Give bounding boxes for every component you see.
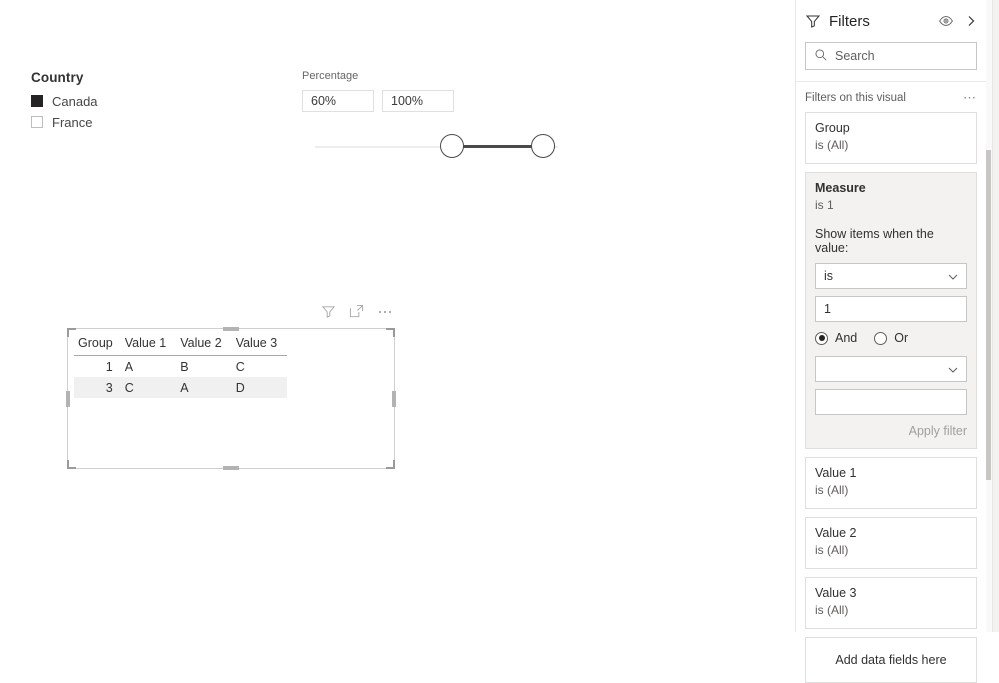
resize-handle-top[interactable] [223,327,239,331]
percentage-slicer-title: Percentage [302,70,359,82]
search-field[interactable] [835,49,968,63]
condition-value-input-2[interactable] [815,389,967,415]
resize-handle-bottom-left[interactable] [67,460,76,469]
search-input[interactable] [805,42,977,70]
cell-value-1: A [124,359,134,374]
chevron-down-icon [947,271,959,283]
visualizations-pane-edge [992,0,999,632]
logic-operator-group: And Or [815,331,967,345]
section-more-options-icon[interactable]: ⋯ [963,90,977,106]
table-row[interactable]: 1 A B C [74,356,287,378]
filter-card-title: Value 2 [815,526,857,540]
filter-card-value-3[interactable]: Value 3 is (All) [805,577,977,629]
filter-condition-prompt: Show items when the value: [815,227,934,255]
filters-pane-scrollbar[interactable] [986,150,991,480]
search-icon [814,48,828,65]
focus-mode-icon[interactable] [349,304,364,319]
column-header-value-1[interactable]: Value 1 [120,336,177,356]
filter-card-summary: is (All) [815,543,849,557]
eye-icon[interactable] [938,13,954,29]
checkbox-icon-canada[interactable] [31,95,43,107]
filter-card-value-1[interactable]: Value 1 is (All) [805,457,977,509]
filter-card-title: Group [815,121,850,135]
cell-value-3: D [231,377,288,398]
filters-section-header: Filters on this visual ⋯ [796,82,986,112]
filter-card-measure[interactable]: Measure is 1 Show items when the value: … [805,172,977,449]
slider-handle-min[interactable] [440,134,464,158]
percentage-range-inputs: 60% 100% [302,90,562,112]
filter-card-summary: is (All) [815,138,849,152]
checkbox-icon-france[interactable] [31,116,43,128]
filter-card-summary: is 1 [815,198,834,212]
filters-pane-title: Filters [829,12,870,30]
filters-pane: Filters Search Filters on this visual ⋯ … [795,0,999,683]
condition-operator-dropdown-1[interactable]: is [815,263,967,289]
chevron-right-icon[interactable] [964,13,978,29]
filters-section-title: Filters on this visual [805,92,906,104]
condition-operator-dropdown-2[interactable] [815,356,967,382]
slider-handle-max[interactable] [531,134,555,158]
resize-handle-bottom[interactable] [223,466,239,470]
slicer-item-label: France [52,114,93,130]
resize-handle-top-left[interactable] [67,328,76,337]
cell-group: 3 [74,377,121,398]
filters-pane-header: Filters [796,0,986,42]
percentage-slicer[interactable]: Percentage 60% 100% [302,70,562,160]
visual-frame: Group Value 1 Value 2 Value 3 1 A B C 3 [66,327,396,470]
filter-card-title: Value 1 [815,466,857,480]
visual-header-icons [321,304,393,319]
apply-filter-button[interactable]: Apply filter [815,424,967,438]
chevron-down-icon [947,364,959,376]
column-header-value-3[interactable]: Value 3 [231,336,288,356]
filter-card-title: Measure [815,181,866,195]
slicer-item-france[interactable]: France [31,112,231,132]
slicer-item-canada[interactable]: Canada [31,91,231,111]
resize-handle-right[interactable] [392,390,396,407]
column-header-group[interactable]: Group [74,336,121,356]
resize-handle-bottom-right[interactable] [386,460,395,469]
data-table: Group Value 1 Value 2 Value 3 1 A B C 3 [74,336,288,398]
table-visual[interactable]: Group Value 1 Value 2 Value 3 1 A B C 3 [66,304,396,470]
percentage-range-slider[interactable] [315,134,558,160]
filter-card-summary: is (All) [815,603,849,617]
filter-card-group[interactable]: Group is (All) [805,112,977,164]
radio-or[interactable] [874,331,888,345]
cell-value-3: C [235,359,245,374]
filter-funnel-icon [805,13,821,29]
filter-icon[interactable] [321,304,336,319]
more-options-icon[interactable] [377,304,393,319]
slicer-item-label: Canada [52,93,98,109]
report-canvas: Country Canada France Percentage 60% 100… [0,0,795,632]
table-row[interactable]: 3 C A D [74,377,288,398]
condition-operator-value-1: is [824,269,834,283]
percentage-min-input[interactable]: 60% [302,90,374,112]
cell-value-1: C [120,377,177,398]
add-data-fields-dropzone[interactable]: Add data fields here [805,637,977,683]
resize-handle-top-right[interactable] [386,328,395,337]
filter-card-summary: is (All) [815,483,849,497]
table-header-row: Group Value 1 Value 2 Value 3 [74,336,288,356]
radio-or-label: Or [894,331,909,345]
radio-and-label: And [835,331,858,345]
filters-pane-content: Filters Search Filters on this visual ⋯ … [796,0,986,683]
radio-and[interactable] [815,331,828,345]
country-slicer-title: Country [31,70,84,85]
column-header-value-2[interactable]: Value 2 [176,336,232,356]
cell-group: 1 [105,359,113,374]
cell-value-2: A [176,377,232,398]
country-slicer[interactable]: Country Canada France [31,70,231,133]
resize-handle-left[interactable] [66,390,70,407]
filter-card-value-2[interactable]: Value 2 is (All) [805,517,977,569]
cell-value-2: B [180,359,189,374]
percentage-max-input[interactable]: 100% [382,90,454,112]
filter-card-title: Value 3 [815,586,857,600]
condition-value-input-1[interactable]: 1 [815,296,967,322]
